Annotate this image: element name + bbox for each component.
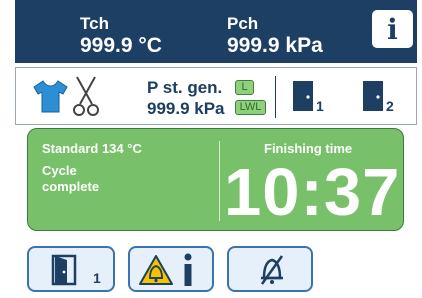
info-icon: i: [387, 12, 398, 46]
p-st-gen-label: P st. gen.: [147, 78, 223, 97]
alarm-info-button[interactable]: [128, 246, 214, 292]
pch-label: Pch: [227, 14, 259, 33]
door-2-number: 2: [386, 98, 394, 114]
status-divider: [275, 76, 276, 118]
info-button[interactable]: i: [372, 10, 413, 48]
mute-alarm-button[interactable]: [227, 246, 313, 292]
door-icon: [293, 81, 313, 111]
pch-value: 999.9 kPa: [227, 34, 323, 57]
open-door-icon: [51, 254, 77, 286]
finishing-time: 10:37: [224, 155, 401, 230]
p-st-gen-value: 999.9 kPa: [147, 99, 225, 118]
tch-value: 999.9 °C: [80, 34, 162, 57]
scissors-icon: [73, 76, 99, 116]
muted-bell-icon: [260, 255, 284, 285]
tshirt-icon: [33, 80, 68, 113]
info-icon: [184, 253, 192, 286]
program-name: Standard 134 °C: [42, 141, 142, 156]
door-button-number: 1: [93, 270, 101, 286]
tch-label: Tch: [80, 14, 109, 33]
cycle-state: Cycle complete: [42, 163, 100, 194]
finishing-time-label: Finishing time: [264, 141, 353, 156]
status-row: P st. gen. 999.9 kPa L LWL 1 2: [15, 67, 417, 125]
alarm-bell-icon: [139, 255, 173, 285]
level-lwl-indicator: LWL: [235, 100, 266, 115]
level-l-indicator: L: [235, 80, 254, 95]
cycle-status-panel: Standard 134 °C Cycle complete Finishing…: [27, 128, 404, 231]
header-bar: Tch 999.9 °C Pch 999.9 kPa i: [15, 0, 417, 63]
door-1-number: 1: [316, 98, 324, 114]
door-1-button[interactable]: 1: [27, 246, 115, 292]
panel-divider: [219, 141, 220, 221]
door-icon: [363, 81, 383, 111]
